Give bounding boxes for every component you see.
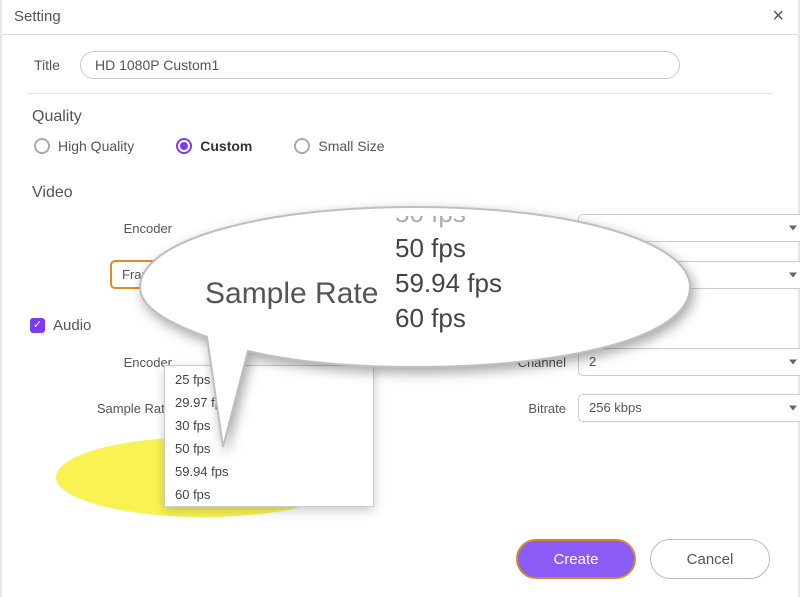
window-title: Setting: [14, 8, 61, 25]
title-input[interactable]: [80, 51, 680, 79]
title-label: Title: [34, 57, 80, 73]
create-label: Create: [553, 551, 598, 568]
title-row: Title: [28, 35, 772, 93]
radio-icon: [176, 138, 192, 154]
titlebar: Setting ×: [0, 0, 800, 35]
frame-rate-option[interactable]: 60 fps: [165, 483, 373, 506]
callout-option: 50 fps: [395, 231, 655, 266]
radio-icon: [34, 138, 50, 154]
frame-rate-option[interactable]: 59.94 fps: [165, 460, 373, 483]
callout-bubble: Sample Rate 50 fps 50 fps 59.94 fps 60 f…: [135, 202, 695, 372]
quality-radio-group: High Quality Custom Small Size: [34, 138, 772, 154]
radio-icon: [294, 138, 310, 154]
quality-heading: Quality: [32, 108, 772, 126]
radio-high-quality[interactable]: High Quality: [34, 138, 134, 154]
cancel-button[interactable]: Cancel: [650, 539, 770, 579]
callout-option: 59.94 fps: [395, 266, 655, 301]
callout-option: 50 fps: [395, 216, 655, 231]
audio-heading: Audio: [53, 317, 91, 334]
radio-small-size[interactable]: Small Size: [294, 138, 384, 154]
video-heading: Video: [32, 184, 772, 202]
cancel-label: Cancel: [687, 551, 734, 568]
create-button[interactable]: Create: [516, 539, 636, 579]
callout-list: 50 fps 50 fps 59.94 fps 60 fps: [385, 216, 655, 366]
close-icon[interactable]: ×: [768, 6, 788, 26]
radio-label: Custom: [200, 138, 252, 154]
callout-option: 60 fps: [395, 301, 655, 336]
radio-label: High Quality: [58, 138, 134, 154]
radio-custom[interactable]: Custom: [176, 138, 252, 154]
callout-label: Sample Rate: [175, 277, 385, 311]
dialog-buttons: Create Cancel: [516, 539, 770, 579]
audio-checkbox[interactable]: ✓: [30, 318, 45, 333]
radio-label: Small Size: [318, 138, 384, 154]
